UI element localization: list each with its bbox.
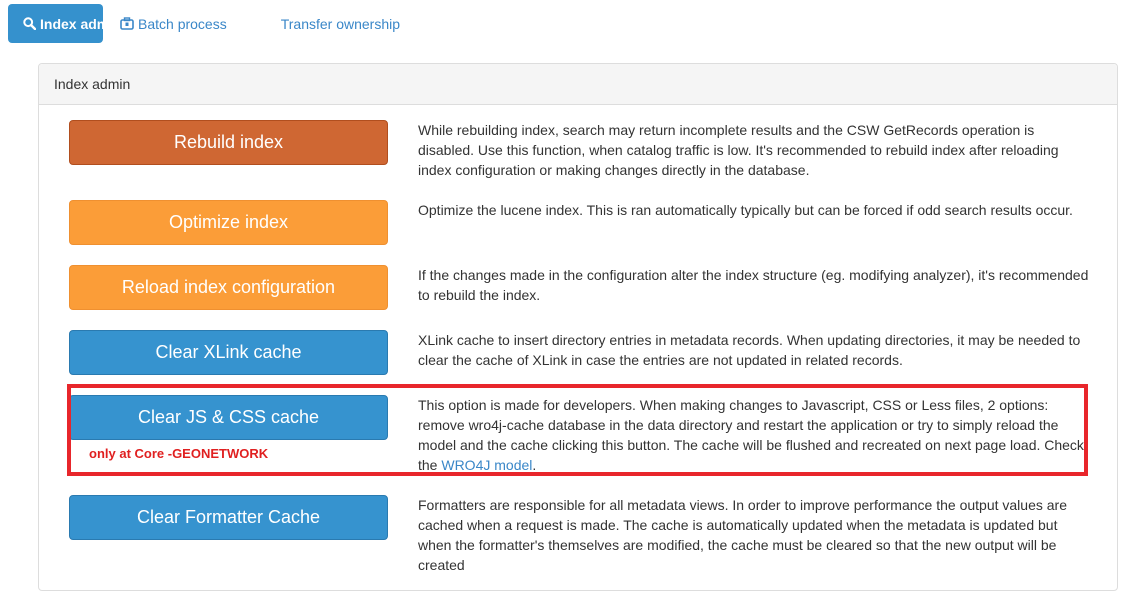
admin-tabs: Index admin Batch process Transfer owner… — [8, 4, 417, 43]
index-admin-panel: Index admin Rebuild index While rebuildi… — [38, 63, 1118, 591]
clear-xlink-cache-description: XLink cache to insert directory entries … — [418, 332, 1081, 368]
description-end: . — [532, 457, 537, 473]
tab-label: Batch process — [138, 15, 227, 32]
briefcase-icon — [120, 17, 134, 30]
optimize-index-button[interactable]: Optimize index — [69, 200, 388, 245]
clear-formatter-cache-description: Formatters are responsible for all metad… — [418, 497, 1067, 573]
tab-transfer-ownership[interactable]: Transfer ownership — [264, 4, 417, 43]
rebuild-index-description: While rebuilding index, search may retur… — [418, 122, 1059, 178]
tab-batch-process[interactable]: Batch process — [103, 4, 244, 43]
clear-xlink-cache-button[interactable]: Clear XLink cache — [69, 330, 388, 375]
reload-index-configuration-button[interactable]: Reload index configuration — [69, 265, 388, 310]
rebuild-index-button[interactable]: Rebuild index — [69, 120, 388, 165]
search-icon — [23, 17, 36, 30]
optimize-index-description: Optimize the lucene index. This is ran a… — [418, 202, 1073, 218]
clear-formatter-cache-button[interactable]: Clear Formatter Cache — [69, 495, 388, 540]
panel-title: Index admin — [39, 64, 1117, 105]
clear-js-css-cache-button[interactable]: Clear JS & CSS cache — [69, 395, 388, 440]
clear-js-css-cache-description: This option is made for developers. When… — [418, 395, 1094, 475]
tab-index-admin[interactable]: Index admin — [8, 4, 122, 43]
wro4j-model-link[interactable]: WRO4J model — [441, 457, 532, 473]
tab-label: Transfer ownership — [280, 15, 401, 32]
reload-index-configuration-description: If the changes made in the configuration… — [418, 267, 1089, 303]
annotation-text: only at Core -GEONETWORK — [89, 446, 269, 461]
